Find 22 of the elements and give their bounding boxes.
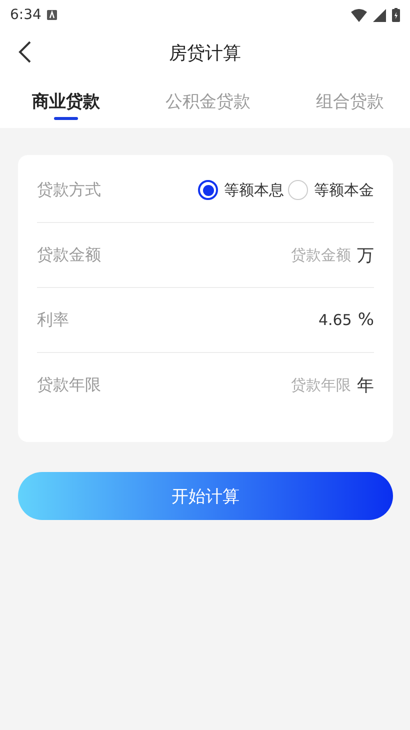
field-label: 贷款年限 — [37, 374, 101, 396]
radio-label[interactable]: 等额本金 — [314, 180, 374, 200]
field-label: 贷款方式 — [37, 180, 101, 200]
unit-label: % — [358, 310, 374, 330]
back-icon[interactable] — [18, 40, 32, 64]
wifi-icon — [351, 8, 367, 22]
tab[interactable]: 商业贷款 — [32, 75, 100, 128]
input-field[interactable]: 贷款金额 — [253, 246, 351, 264]
field-label: 利率 — [37, 310, 69, 330]
notification-icon — [47, 10, 58, 20]
radio-label[interactable]: 等额本息 — [224, 180, 284, 200]
field-label: 贷款金额 — [37, 244, 101, 266]
calculate-button[interactable]: 开始计算 — [18, 472, 393, 520]
input-field[interactable]: 贷款年限 — [253, 376, 351, 394]
signal-icon — [373, 8, 386, 22]
unit-label: 年 — [357, 374, 374, 396]
status-time: 6:34 — [10, 7, 42, 23]
unit-label: 万 — [357, 244, 374, 266]
input-field[interactable]: 4.65 — [254, 311, 352, 329]
radio-button[interactable] — [198, 180, 218, 200]
page-title: 房贷计算 — [169, 42, 241, 64]
battery-icon — [392, 8, 400, 22]
